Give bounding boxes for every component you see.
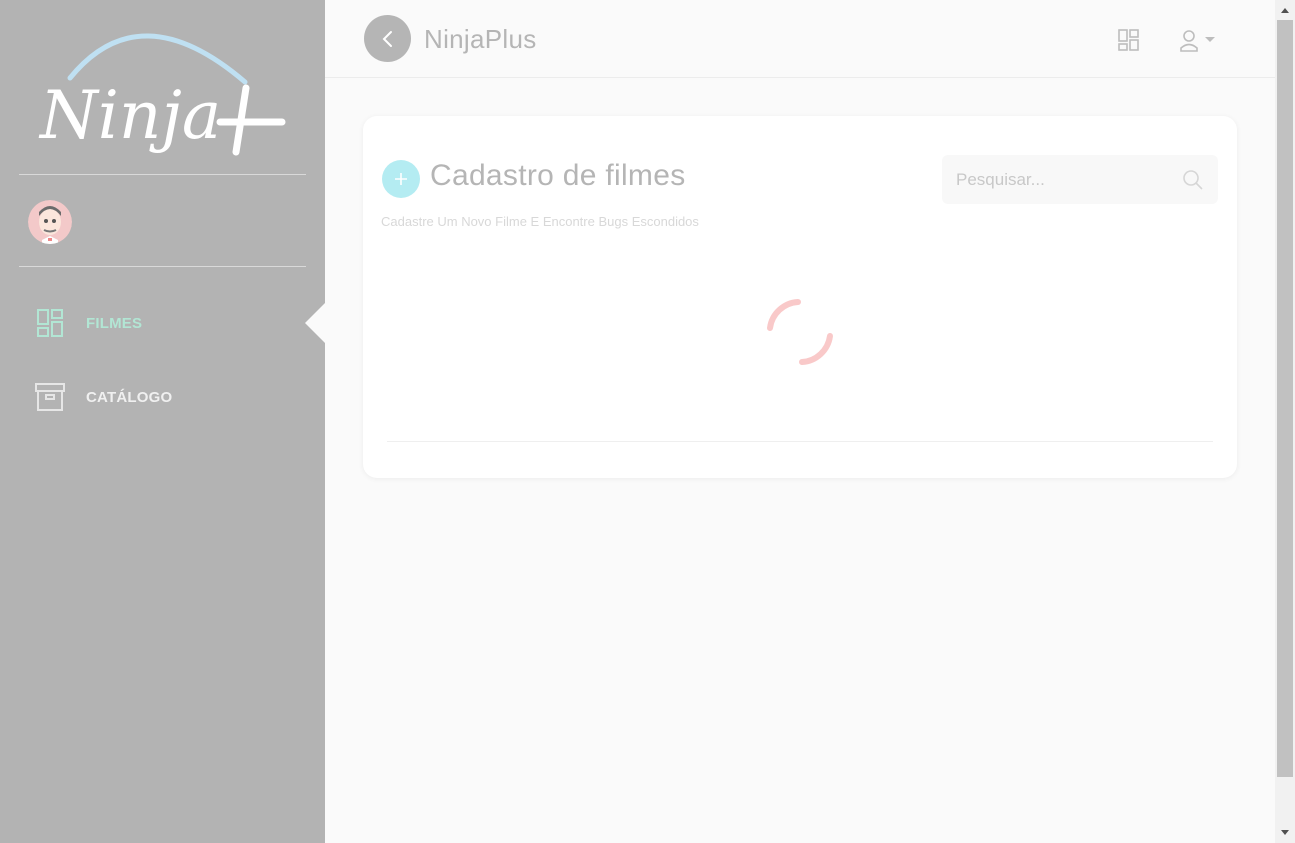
grid-layout-icon[interactable] [1117, 28, 1141, 52]
back-button[interactable] [364, 15, 411, 62]
loading-spinner [767, 299, 833, 365]
dashboard-grid-icon [34, 307, 66, 339]
content-card: Cadastro de filmes Cadastre Um Novo Film… [363, 116, 1237, 478]
page-subtitle: Cadastre Um Novo Filme E Encontre Bugs E… [381, 214, 699, 229]
ninja-plus-logo[interactable]: Ninja [30, 10, 295, 160]
sidebar-divider [19, 174, 306, 175]
scroll-up-arrow-icon[interactable] [1275, 0, 1295, 20]
active-indicator [305, 303, 325, 343]
sidebar-divider [19, 266, 306, 267]
sidebar-item-label: FILMES [86, 314, 143, 332]
scroll-down-arrow-icon[interactable] [1275, 823, 1295, 843]
scrollbar-thumb[interactable] [1277, 20, 1293, 777]
chevron-left-icon [382, 30, 392, 47]
svg-text:Ninja: Ninja [38, 77, 221, 154]
caret-down-icon [1205, 37, 1215, 42]
card-divider [387, 441, 1213, 442]
archive-box-icon [34, 381, 66, 413]
search-input[interactable] [942, 155, 1172, 204]
add-button[interactable] [382, 160, 420, 198]
sidebar: Ninja FILMES CATÁLOGO [0, 0, 325, 843]
sidebar-item-catalogo[interactable]: CATÁLOGO [34, 379, 172, 415]
search-icon[interactable] [1182, 169, 1204, 191]
scrollbar[interactable] [1275, 0, 1295, 843]
app-title: NinjaPlus [424, 24, 537, 54]
search-box [942, 155, 1218, 204]
sidebar-item-label: CATÁLOGO [86, 388, 173, 406]
topbar: NinjaPlus [325, 0, 1275, 78]
sidebar-item-filmes[interactable]: FILMES [34, 305, 142, 341]
user-icon [1180, 30, 1198, 52]
avatar[interactable] [28, 200, 72, 244]
plus-icon [395, 173, 407, 185]
user-menu-button[interactable] [1178, 27, 1218, 53]
page-title: Cadastro de filmes [430, 159, 686, 192]
